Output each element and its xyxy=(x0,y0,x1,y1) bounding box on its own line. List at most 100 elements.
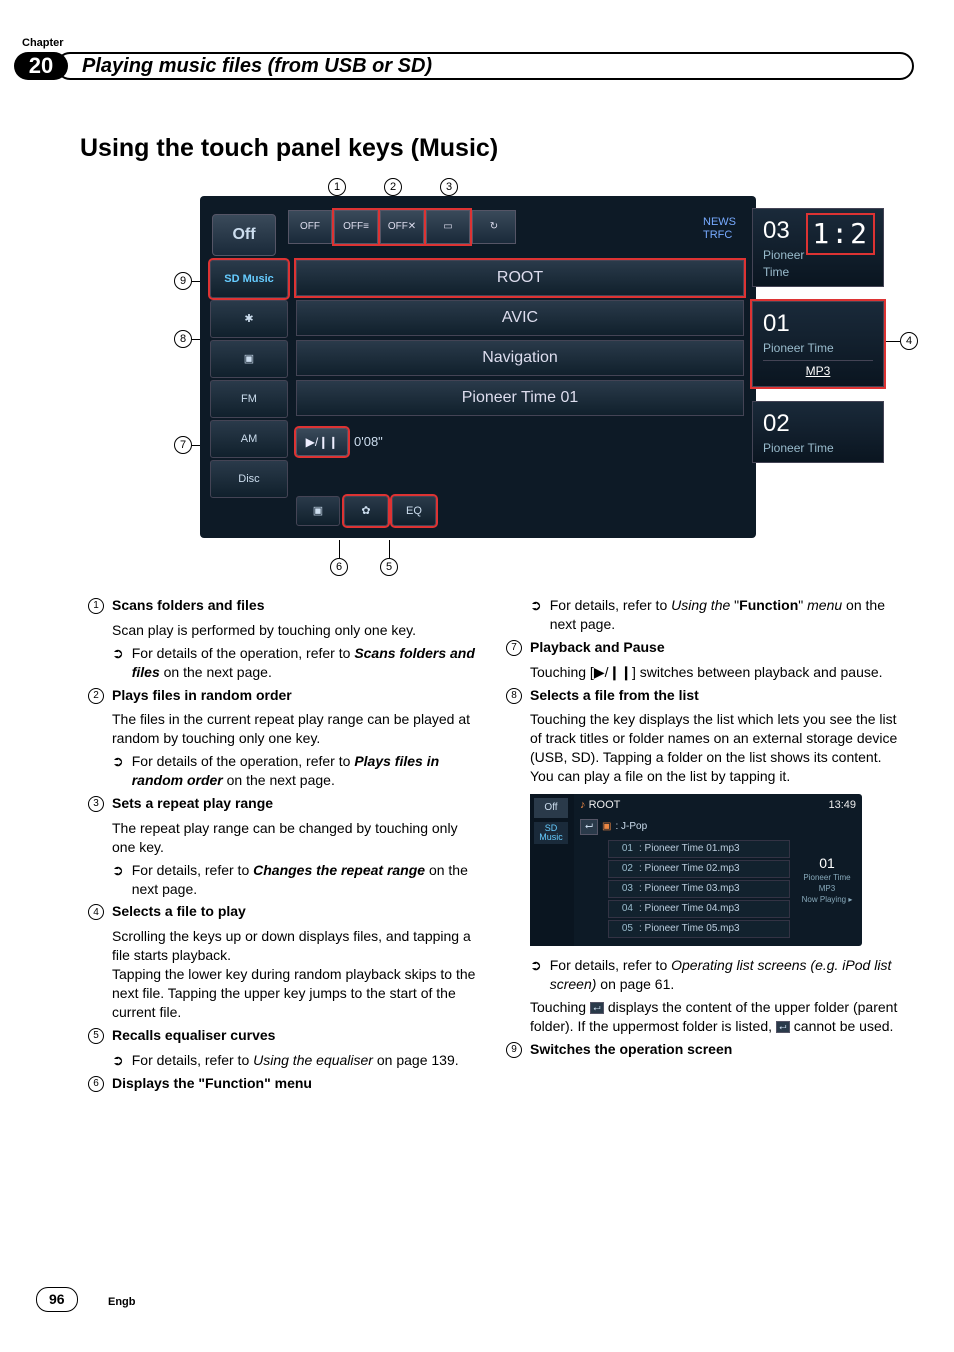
chapter-title: Playing music files (from USB or SD) xyxy=(82,53,432,80)
callout-3: 3 xyxy=(440,178,458,196)
fm-source[interactable]: FM xyxy=(210,380,288,418)
ss-r3-n: 03 xyxy=(615,882,633,896)
callout-1: 1 xyxy=(328,178,346,196)
item3-sub-link: Changes the repeat range xyxy=(253,862,425,878)
note-icon: ♪ xyxy=(580,799,589,811)
root-row[interactable]: ROOT xyxy=(296,260,744,296)
top-sub-i2: menu xyxy=(803,597,842,613)
home-icon[interactable]: ▣ xyxy=(296,496,340,526)
left-column: 1 Scans folders and files Scan play is p… xyxy=(88,596,484,1098)
random-button[interactable]: OFF✕ xyxy=(380,210,424,244)
num-5: 5 xyxy=(88,1028,104,1044)
off-button[interactable]: Off xyxy=(212,214,276,256)
item-1: 1 Scans folders and files xyxy=(88,596,484,615)
top-sub-pre: For details, refer to xyxy=(550,597,671,613)
ss-off-button[interactable]: Off xyxy=(534,798,568,818)
np-sub: Pioneer Time xyxy=(798,873,856,884)
section-prefix: Using the touch panel keys ( xyxy=(80,134,419,162)
item-4: 4 Selects a file to play xyxy=(88,902,484,921)
item-6: 6 Displays the "Function" menu xyxy=(88,1074,484,1093)
item1-sub: ➲ For details of the operation, refer to… xyxy=(88,644,484,682)
chapter-label: Chapter xyxy=(22,36,64,51)
function-menu-button[interactable]: ✿ xyxy=(344,496,388,526)
ss-r1-n: 01 xyxy=(615,842,633,856)
avic-row[interactable]: AVIC xyxy=(296,300,744,336)
ss-r1-t: : Pioneer Time 01.mp3 xyxy=(639,842,740,856)
ss-row-5[interactable]: 05 : Pioneer Time 05.mp3 xyxy=(608,920,790,938)
ss-r5-t: : Pioneer Time 05.mp3 xyxy=(639,922,740,936)
callout-7: 7 xyxy=(174,436,192,454)
ss-row-4[interactable]: 04: Pioneer Time 04.mp3 xyxy=(608,900,790,918)
info-card-next[interactable]: 02 Pioneer Time xyxy=(752,401,884,464)
callout-8: 8 xyxy=(174,330,192,348)
section-title: Using the touch panel keys (Music) xyxy=(80,132,498,166)
navigation-row[interactable]: Navigation xyxy=(296,340,744,376)
detail-arrow-icon: ➲ xyxy=(112,1051,124,1070)
np-label: Now Playing ▸ xyxy=(798,895,856,906)
callout-6: 6 xyxy=(330,558,348,576)
elapsed-time: 0'08" xyxy=(354,433,383,451)
num-4: 4 xyxy=(88,904,104,920)
mp3-badge: MP3 xyxy=(763,360,873,379)
folder-icon: ▣ xyxy=(602,820,611,834)
item1-body: Scan play is performed by touching only … xyxy=(88,621,484,640)
item6-title: Displays the "Function" menu xyxy=(112,1074,484,1093)
num-7: 7 xyxy=(506,640,522,656)
item-3: 3 Sets a repeat play range xyxy=(88,794,484,813)
top-sub-i: Using the xyxy=(671,597,734,613)
item8-sub-pre: For details, refer to xyxy=(550,957,671,973)
info-top-num: 03 xyxy=(763,217,790,244)
item3-body: The repeat play range can be changed by … xyxy=(88,819,484,857)
right-column: ➲ For details, refer to Using the "Funct… xyxy=(506,596,902,1064)
bluetooth-source[interactable]: ✱ xyxy=(210,300,288,338)
mode-btn-a[interactable]: OFF xyxy=(288,210,332,244)
scan-button[interactable]: OFF≡ xyxy=(334,210,378,244)
playback-row: ▶/❙❙ 0'08" xyxy=(296,428,383,456)
ss-row-3[interactable]: 03: Pioneer Time 03.mp3 xyxy=(608,880,790,898)
up-folder-icon[interactable]: ⮠ xyxy=(580,819,598,835)
info-card-current[interactable]: 01 Pioneer Time MP3 xyxy=(752,301,884,387)
eq-button[interactable]: EQ xyxy=(392,496,436,526)
callout-4: 4 xyxy=(900,332,918,350)
ss-r5-n: 05 xyxy=(615,922,633,936)
item8-tail: Touching ⮠ displays the content of the u… xyxy=(506,998,902,1036)
ss-row-2[interactable]: 02: Pioneer Time 02.mp3 xyxy=(608,860,790,878)
play-pause-button[interactable]: ▶/❙❙ xyxy=(296,428,348,456)
ss-folder-name: : J-Pop xyxy=(615,820,647,834)
num-8: 8 xyxy=(506,688,522,704)
track-row[interactable]: Pioneer Time 01 xyxy=(296,380,744,416)
item7-post: ] switches between playback and pause. xyxy=(632,664,883,680)
ss-r4-n: 04 xyxy=(615,902,633,916)
av-source[interactable]: ▣ xyxy=(210,340,288,378)
repeat-button[interactable]: ▭ xyxy=(426,210,470,244)
sd-music-source[interactable]: SD Music xyxy=(210,260,288,298)
right-info-panel: 03 1:2 Pioneer Time 01 Pioneer Time MP3 … xyxy=(752,208,884,463)
top-mode-buttons: OFF OFF≡ OFF✕ ▭ ↻ xyxy=(288,210,516,244)
num-1: 1 xyxy=(88,598,104,614)
am-source[interactable]: AM xyxy=(210,420,288,458)
section-suffix: ) xyxy=(490,134,498,162)
item-9: 9 Switches the operation screen xyxy=(506,1040,902,1059)
callout-9: 9 xyxy=(174,272,192,290)
item8-tail-post: cannot be used. xyxy=(790,1018,894,1034)
ss-row-1[interactable]: 01 : Pioneer Time 01.mp3 xyxy=(608,840,790,858)
info-mid-num: 01 xyxy=(763,308,873,340)
loop-icon[interactable]: ↻ xyxy=(472,210,516,244)
item8-sub-post: on page 61. xyxy=(596,976,674,992)
item-8: 8 Selects a file from the list xyxy=(506,686,902,705)
item4-title: Selects a file to play xyxy=(112,902,484,921)
detail-arrow-icon: ➲ xyxy=(112,752,124,790)
source-sidebar: SD Music ✱ ▣ FM AM Disc xyxy=(210,260,288,498)
num-3: 3 xyxy=(88,796,104,812)
ss-r2-t: : Pioneer Time 02.mp3 xyxy=(639,862,740,876)
detail-arrow-icon: ➲ xyxy=(112,861,124,899)
ss-sd-music[interactable]: SD Music xyxy=(534,822,568,844)
item5-sub-link: Using the equaliser xyxy=(253,1052,373,1068)
item8-tail-pre: Touching xyxy=(530,999,590,1015)
info-mid-sub: Pioneer Time xyxy=(763,340,873,356)
info-bot-sub: Pioneer Time xyxy=(763,440,873,456)
item5-title: Recalls equaliser curves xyxy=(112,1026,484,1045)
disc-source[interactable]: Disc xyxy=(210,460,288,498)
ss-root: ROOT xyxy=(589,799,621,811)
item-5: 5 Recalls equaliser curves xyxy=(88,1026,484,1045)
